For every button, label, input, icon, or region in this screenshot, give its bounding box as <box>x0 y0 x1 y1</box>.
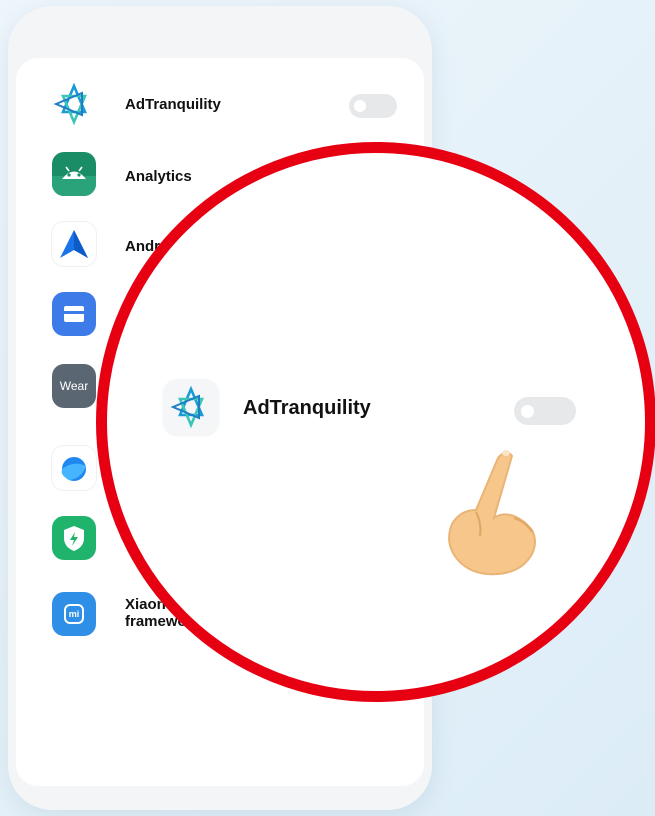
app-toggle[interactable] <box>349 94 397 118</box>
list-item-adtranquility[interactable]: AdTranquility <box>16 74 424 134</box>
star-hexagram-icon <box>163 379 219 435</box>
mi-icon: mi <box>52 592 96 636</box>
zoom-toggle[interactable] <box>514 397 576 425</box>
mi-icon-text: mi <box>64 604 84 624</box>
app-name: Analytics <box>125 168 192 185</box>
app-name: AdTranquility <box>125 96 221 113</box>
blue-swirl-icon <box>52 446 96 490</box>
toggle-knob <box>354 100 366 112</box>
zoom-app-name: AdTranquility <box>243 397 371 419</box>
wear-icon-text: Wear <box>59 379 89 393</box>
android-auto-icon <box>52 222 96 266</box>
pointing-hand-icon <box>448 450 536 576</box>
green-shield-bolt-icon <box>52 516 96 560</box>
android-robot-icon <box>52 152 96 196</box>
zoom-callout: AdTranquility <box>96 142 655 702</box>
star-hexagram-icon <box>52 82 96 126</box>
blue-card-icon <box>52 292 96 336</box>
toggle-knob <box>521 405 534 418</box>
wear-icon: Wear <box>52 364 96 408</box>
